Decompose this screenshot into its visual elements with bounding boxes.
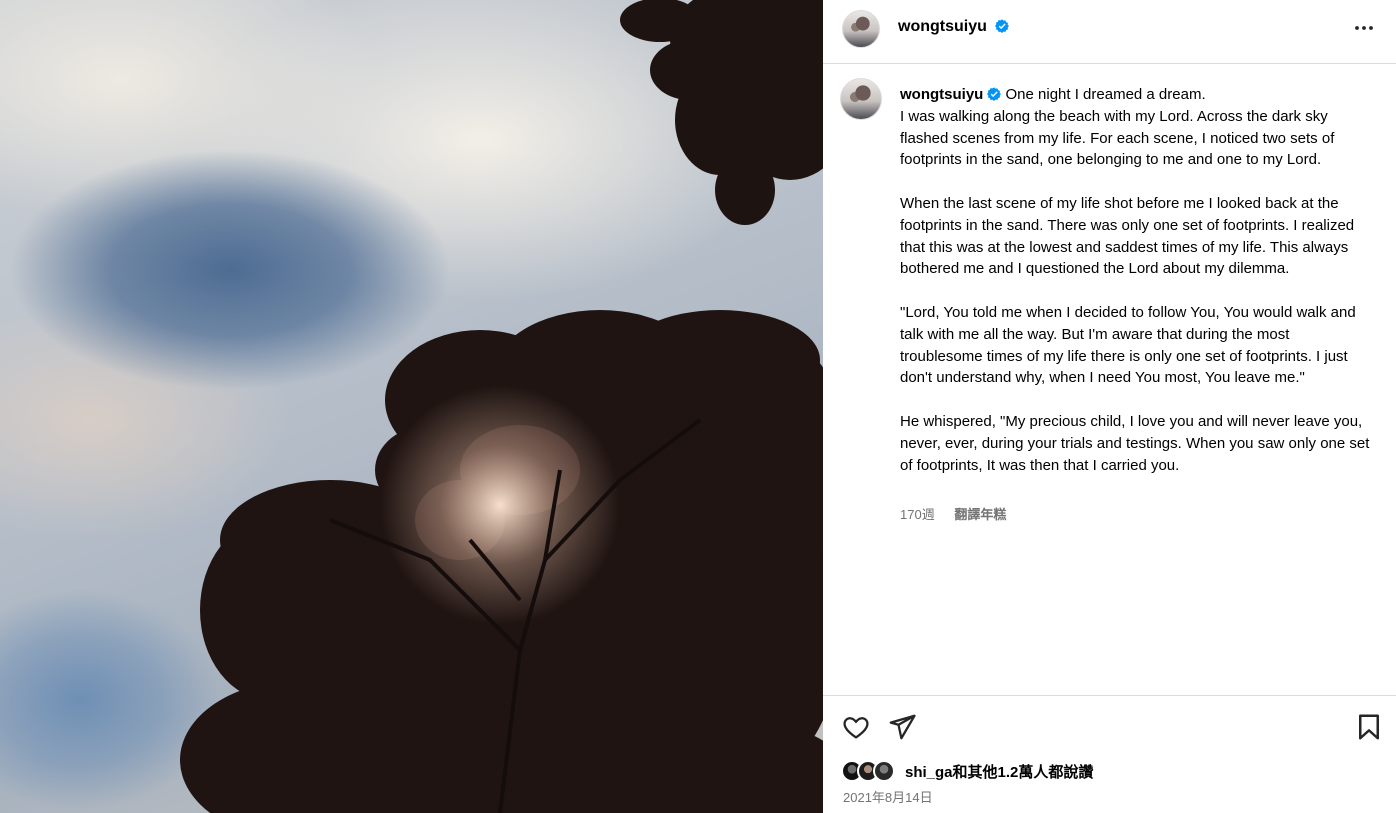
- caption-first-paragraph: wongtsuiyu One night I dreamed a dream. I…: [900, 84, 1370, 171]
- bookmark-icon[interactable]: [1354, 712, 1384, 742]
- heart-icon[interactable]: [841, 712, 871, 742]
- post-date[interactable]: 2021年8月14日: [843, 787, 933, 806]
- more-horizontal-icon[interactable]: [1352, 16, 1376, 40]
- author-username-row: wongtsuiyu: [898, 18, 1010, 36]
- verified-badge-icon: [995, 19, 1010, 33]
- liker-avatar: [873, 760, 895, 782]
- post-image[interactable]: [0, 0, 823, 813]
- caption-avatar[interactable]: [840, 78, 882, 120]
- caption-username[interactable]: wongtsuiyu: [900, 86, 983, 103]
- caption-text: wongtsuiyu One night I dreamed a dream. I…: [900, 84, 1370, 476]
- caption-paragraph-1: I was walking along the beach with my Lo…: [900, 107, 1339, 169]
- verified-badge-icon: [987, 87, 1002, 101]
- caption-section: wongtsuiyu One night I dreamed a dream. I…: [823, 64, 1396, 694]
- likes-row[interactable]: shi_ga和其他1.2萬人都說讚: [841, 759, 1093, 783]
- liker-avatars: [841, 759, 901, 783]
- author-username[interactable]: wongtsuiyu: [898, 18, 987, 35]
- post-actions: shi_ga和其他1.2萬人都說讚 2021年8月14日: [823, 695, 1396, 813]
- send-icon[interactable]: [887, 712, 917, 742]
- caption-paragraph-4: He whispered, "My precious child, I love…: [900, 412, 1374, 474]
- post-age[interactable]: 170週: [900, 507, 935, 522]
- caption-meta: 170週 翻譯年糕: [900, 504, 1006, 523]
- caption-first-line: One night I dreamed a dream.: [1005, 86, 1206, 103]
- caption-paragraph-3: "Lord, You told me when I decided to fol…: [900, 303, 1360, 387]
- caption-paragraph-2: When the last scene of my life shot befo…: [900, 194, 1359, 278]
- likes-count[interactable]: shi_ga和其他1.2萬人都說讚: [905, 761, 1093, 782]
- author-avatar[interactable]: [842, 10, 880, 48]
- tree-silhouette: [180, 0, 823, 813]
- post-header: wongtsuiyu: [823, 0, 1396, 64]
- translate-button[interactable]: 翻譯年糕: [954, 507, 1006, 522]
